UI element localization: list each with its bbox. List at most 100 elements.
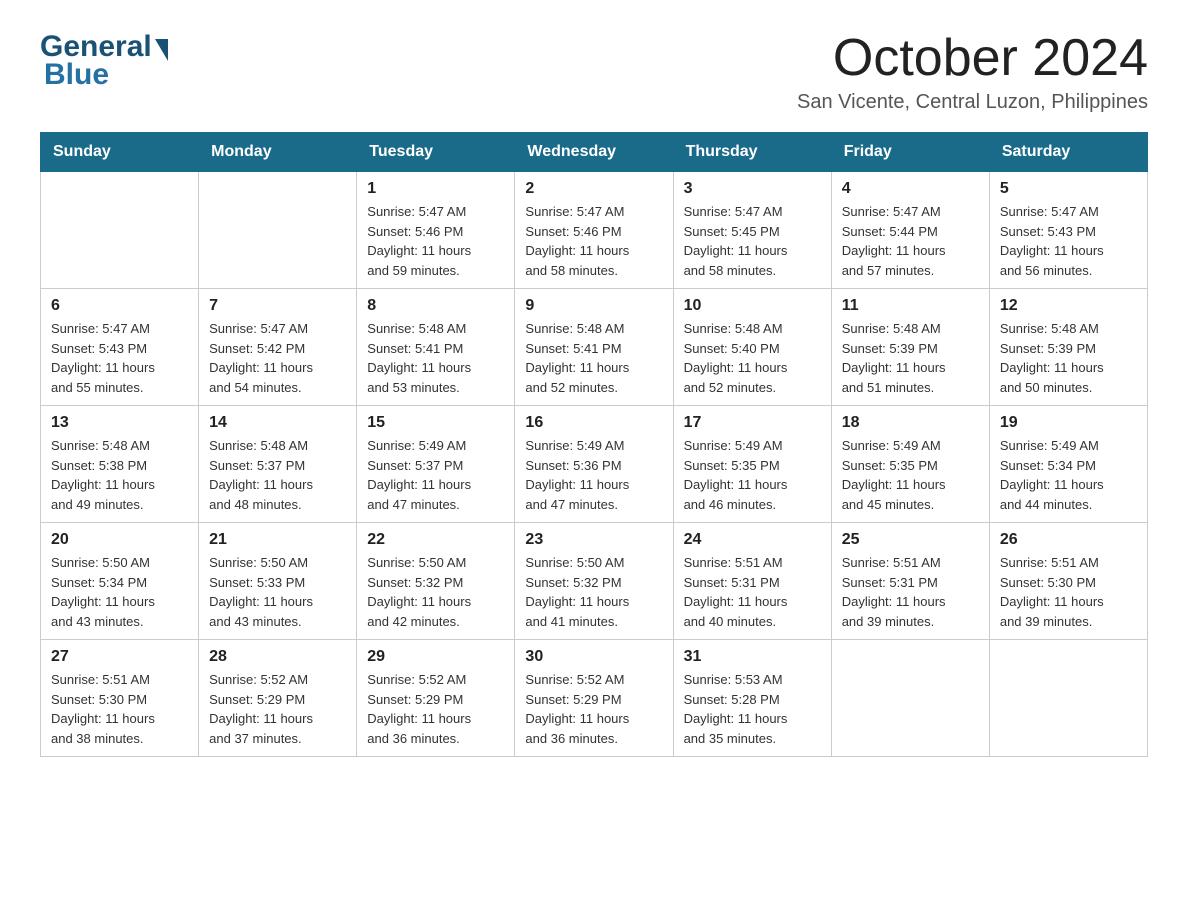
day-number: 31 bbox=[684, 648, 821, 666]
day-number: 13 bbox=[51, 414, 188, 432]
day-info: Sunrise: 5:49 AMSunset: 5:34 PMDaylight:… bbox=[1000, 436, 1137, 514]
day-info: Sunrise: 5:48 AMSunset: 5:39 PMDaylight:… bbox=[1000, 319, 1137, 397]
day-info: Sunrise: 5:50 AMSunset: 5:33 PMDaylight:… bbox=[209, 553, 346, 631]
day-number: 20 bbox=[51, 531, 188, 549]
day-number: 22 bbox=[367, 531, 504, 549]
day-info: Sunrise: 5:48 AMSunset: 5:41 PMDaylight:… bbox=[367, 319, 504, 397]
calendar-week-row: 6 Sunrise: 5:47 AMSunset: 5:43 PMDaylight… bbox=[41, 289, 1148, 406]
day-number: 3 bbox=[684, 180, 821, 198]
calendar-cell: 19 Sunrise: 5:49 AMSunset: 5:34 PMDayligh… bbox=[989, 406, 1147, 523]
calendar-header-tuesday: Tuesday bbox=[357, 133, 515, 172]
calendar-cell: 28 Sunrise: 5:52 AMSunset: 5:29 PMDayligh… bbox=[199, 640, 357, 757]
day-info: Sunrise: 5:53 AMSunset: 5:28 PMDaylight:… bbox=[684, 670, 821, 748]
calendar-cell bbox=[831, 640, 989, 757]
day-number: 8 bbox=[367, 297, 504, 315]
calendar-table: SundayMondayTuesdayWednesdayThursdayFrid… bbox=[40, 132, 1148, 757]
day-info: Sunrise: 5:52 AMSunset: 5:29 PMDaylight:… bbox=[367, 670, 504, 748]
day-number: 29 bbox=[367, 648, 504, 666]
calendar-cell: 17 Sunrise: 5:49 AMSunset: 5:35 PMDayligh… bbox=[673, 406, 831, 523]
calendar-cell: 12 Sunrise: 5:48 AMSunset: 5:39 PMDayligh… bbox=[989, 289, 1147, 406]
day-info: Sunrise: 5:52 AMSunset: 5:29 PMDaylight:… bbox=[209, 670, 346, 748]
calendar-cell: 1 Sunrise: 5:47 AMSunset: 5:46 PMDaylight… bbox=[357, 172, 515, 289]
day-info: Sunrise: 5:50 AMSunset: 5:32 PMDaylight:… bbox=[525, 553, 662, 631]
day-info: Sunrise: 5:47 AMSunset: 5:43 PMDaylight:… bbox=[1000, 202, 1137, 280]
calendar-week-row: 27 Sunrise: 5:51 AMSunset: 5:30 PMDayligh… bbox=[41, 640, 1148, 757]
logo-blue-text: Blue bbox=[40, 58, 109, 92]
day-number: 11 bbox=[842, 297, 979, 315]
day-info: Sunrise: 5:48 AMSunset: 5:37 PMDaylight:… bbox=[209, 436, 346, 514]
day-info: Sunrise: 5:47 AMSunset: 5:43 PMDaylight:… bbox=[51, 319, 188, 397]
calendar-cell: 18 Sunrise: 5:49 AMSunset: 5:35 PMDayligh… bbox=[831, 406, 989, 523]
calendar-cell: 5Sunrise: 5:47 AMSunset: 5:43 PMDaylight… bbox=[989, 172, 1147, 289]
day-number: 18 bbox=[842, 414, 979, 432]
day-number: 1 bbox=[367, 180, 504, 198]
day-number: 23 bbox=[525, 531, 662, 549]
calendar-cell: 10 Sunrise: 5:48 AMSunset: 5:40 PMDayligh… bbox=[673, 289, 831, 406]
calendar-cell: 30 Sunrise: 5:52 AMSunset: 5:29 PMDayligh… bbox=[515, 640, 673, 757]
page-header: General Blue October 2024 San Vicente, C… bbox=[40, 30, 1148, 114]
day-info: Sunrise: 5:47 AMSunset: 5:45 PMDaylight:… bbox=[684, 202, 821, 280]
calendar-cell: 24 Sunrise: 5:51 AMSunset: 5:31 PMDayligh… bbox=[673, 523, 831, 640]
calendar-cell: 25 Sunrise: 5:51 AMSunset: 5:31 PMDayligh… bbox=[831, 523, 989, 640]
calendar-week-row: 1 Sunrise: 5:47 AMSunset: 5:46 PMDaylight… bbox=[41, 172, 1148, 289]
day-info: Sunrise: 5:47 AMSunset: 5:46 PMDaylight:… bbox=[367, 202, 504, 280]
calendar-cell: 8 Sunrise: 5:48 AMSunset: 5:41 PMDaylight… bbox=[357, 289, 515, 406]
logo-triangle-icon bbox=[155, 39, 168, 61]
day-number: 30 bbox=[525, 648, 662, 666]
calendar-cell: 26 Sunrise: 5:51 AMSunset: 5:30 PMDayligh… bbox=[989, 523, 1147, 640]
calendar-cell: 20Sunrise: 5:50 AMSunset: 5:34 PMDayligh… bbox=[41, 523, 199, 640]
calendar-cell: 7Sunrise: 5:47 AMSunset: 5:42 PMDaylight… bbox=[199, 289, 357, 406]
calendar-header-wednesday: Wednesday bbox=[515, 133, 673, 172]
calendar-cell: 13Sunrise: 5:48 AMSunset: 5:38 PMDayligh… bbox=[41, 406, 199, 523]
day-number: 6 bbox=[51, 297, 188, 315]
day-info: Sunrise: 5:48 AMSunset: 5:40 PMDaylight:… bbox=[684, 319, 821, 397]
day-number: 10 bbox=[684, 297, 821, 315]
calendar-cell: 27 Sunrise: 5:51 AMSunset: 5:30 PMDayligh… bbox=[41, 640, 199, 757]
calendar-cell: 21Sunrise: 5:50 AMSunset: 5:33 PMDayligh… bbox=[199, 523, 357, 640]
day-info: Sunrise: 5:47 AMSunset: 5:42 PMDaylight:… bbox=[209, 319, 346, 397]
day-info: Sunrise: 5:50 AMSunset: 5:32 PMDaylight:… bbox=[367, 553, 504, 631]
calendar-cell: 11 Sunrise: 5:48 AMSunset: 5:39 PMDayligh… bbox=[831, 289, 989, 406]
calendar-week-row: 20Sunrise: 5:50 AMSunset: 5:34 PMDayligh… bbox=[41, 523, 1148, 640]
day-number: 28 bbox=[209, 648, 346, 666]
day-number: 27 bbox=[51, 648, 188, 666]
day-info: Sunrise: 5:48 AMSunset: 5:41 PMDaylight:… bbox=[525, 319, 662, 397]
day-number: 4 bbox=[842, 180, 979, 198]
calendar-header-row: SundayMondayTuesdayWednesdayThursdayFrid… bbox=[41, 133, 1148, 172]
calendar-header-monday: Monday bbox=[199, 133, 357, 172]
calendar-cell: 15Sunrise: 5:49 AMSunset: 5:37 PMDayligh… bbox=[357, 406, 515, 523]
day-number: 19 bbox=[1000, 414, 1137, 432]
day-number: 26 bbox=[1000, 531, 1137, 549]
day-info: Sunrise: 5:51 AMSunset: 5:30 PMDaylight:… bbox=[1000, 553, 1137, 631]
calendar-cell: 29 Sunrise: 5:52 AMSunset: 5:29 PMDayligh… bbox=[357, 640, 515, 757]
day-info: Sunrise: 5:51 AMSunset: 5:31 PMDaylight:… bbox=[842, 553, 979, 631]
calendar-cell: 22 Sunrise: 5:50 AMSunset: 5:32 PMDayligh… bbox=[357, 523, 515, 640]
day-info: Sunrise: 5:52 AMSunset: 5:29 PMDaylight:… bbox=[525, 670, 662, 748]
calendar-header-friday: Friday bbox=[831, 133, 989, 172]
calendar-week-row: 13Sunrise: 5:48 AMSunset: 5:38 PMDayligh… bbox=[41, 406, 1148, 523]
day-info: Sunrise: 5:47 AMSunset: 5:44 PMDaylight:… bbox=[842, 202, 979, 280]
logo: General Blue bbox=[40, 30, 168, 92]
day-number: 14 bbox=[209, 414, 346, 432]
day-info: Sunrise: 5:49 AMSunset: 5:36 PMDaylight:… bbox=[525, 436, 662, 514]
title-area: October 2024 San Vicente, Central Luzon,… bbox=[797, 30, 1148, 114]
day-number: 24 bbox=[684, 531, 821, 549]
calendar-cell: 3 Sunrise: 5:47 AMSunset: 5:45 PMDaylight… bbox=[673, 172, 831, 289]
day-info: Sunrise: 5:51 AMSunset: 5:31 PMDaylight:… bbox=[684, 553, 821, 631]
calendar-header-saturday: Saturday bbox=[989, 133, 1147, 172]
day-info: Sunrise: 5:51 AMSunset: 5:30 PMDaylight:… bbox=[51, 670, 188, 748]
location-subtitle: San Vicente, Central Luzon, Philippines bbox=[797, 91, 1148, 114]
day-info: Sunrise: 5:49 AMSunset: 5:35 PMDaylight:… bbox=[684, 436, 821, 514]
day-number: 17 bbox=[684, 414, 821, 432]
calendar-header-sunday: Sunday bbox=[41, 133, 199, 172]
calendar-cell: 2Sunrise: 5:47 AMSunset: 5:46 PMDaylight… bbox=[515, 172, 673, 289]
calendar-cell: 6 Sunrise: 5:47 AMSunset: 5:43 PMDaylight… bbox=[41, 289, 199, 406]
day-number: 12 bbox=[1000, 297, 1137, 315]
day-number: 2 bbox=[525, 180, 662, 198]
day-info: Sunrise: 5:49 AMSunset: 5:37 PMDaylight:… bbox=[367, 436, 504, 514]
calendar-cell: 23 Sunrise: 5:50 AMSunset: 5:32 PMDayligh… bbox=[515, 523, 673, 640]
day-info: Sunrise: 5:49 AMSunset: 5:35 PMDaylight:… bbox=[842, 436, 979, 514]
calendar-cell bbox=[989, 640, 1147, 757]
day-info: Sunrise: 5:48 AMSunset: 5:39 PMDaylight:… bbox=[842, 319, 979, 397]
day-number: 25 bbox=[842, 531, 979, 549]
